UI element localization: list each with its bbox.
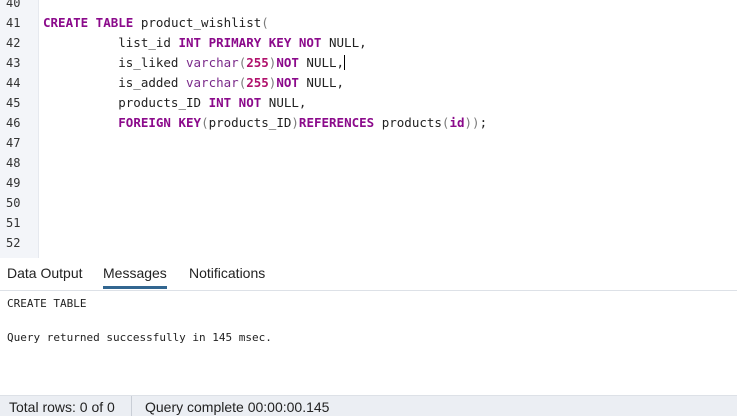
code-line[interactable]: 43 is_liked varchar(255)NOT NULL, <box>0 53 737 73</box>
code-token: NULL, <box>298 55 345 70</box>
code-token: list_id <box>43 35 179 50</box>
code-text: is_added varchar(255)NOT NULL, <box>43 73 344 93</box>
code-token: ) <box>291 115 299 130</box>
code-line[interactable]: 41 CREATE TABLE product_wishlist( <box>0 13 737 33</box>
code-line[interactable]: 45 products_ID INT NOT NULL, <box>0 93 737 113</box>
code-token: )) <box>464 115 480 130</box>
code-text: FOREIGN KEY(products_ID)REFERENCES produ… <box>43 113 487 133</box>
status-divider <box>131 396 132 416</box>
code-token: NOT <box>276 75 299 90</box>
message-query-result: Query returned successfully in 145 msec. <box>7 331 272 344</box>
line-number: 52 <box>6 236 21 250</box>
code-token: ( <box>261 15 269 30</box>
code-text: is_liked varchar(255)NOT NULL, <box>43 53 346 73</box>
code-token: ; <box>479 115 488 130</box>
status-total-rows: Total rows: 0 of 0 <box>9 399 115 415</box>
tab-notifications[interactable]: Notifications <box>189 259 265 288</box>
tab-data-output[interactable]: Data Output <box>7 259 83 288</box>
code-token: REFERENCES <box>298 115 375 130</box>
line-number: 43 <box>6 56 21 70</box>
code-line[interactable]: 50 <box>0 193 737 213</box>
code-line[interactable]: 42 list_id INT PRIMARY KEY NOT NULL, <box>0 33 737 53</box>
line-number: 40 <box>6 0 21 10</box>
code-token: NULL, <box>298 75 345 90</box>
code-token: id <box>449 115 465 130</box>
code-token: NOT <box>276 55 299 70</box>
code-token: product_wishlist <box>133 15 262 30</box>
line-number: 46 <box>6 116 21 130</box>
line-number: 49 <box>6 176 21 190</box>
line-number: 45 <box>6 96 21 110</box>
code-token: varchar <box>186 75 239 90</box>
code-line[interactable]: 52 <box>0 233 737 253</box>
line-number: 42 <box>6 36 21 50</box>
code-token: products_ID <box>43 95 209 110</box>
line-number: 41 <box>6 16 21 30</box>
code-token: products <box>374 115 442 130</box>
sql-editor[interactable]: 40 41 CREATE TABLE product_wishlist(42 lis… <box>0 0 737 258</box>
code-token: is_liked <box>43 55 186 70</box>
code-token: FOREIGN KEY <box>118 115 202 130</box>
code-token: varchar <box>186 55 239 70</box>
code-text: CREATE TABLE product_wishlist( <box>43 13 269 33</box>
code-token: 255 <box>246 75 269 90</box>
code-token: INT PRIMARY KEY NOT <box>178 35 322 50</box>
code-token: products_ID <box>208 115 292 130</box>
code-token: INT NOT <box>208 95 262 110</box>
code-line[interactable]: 40 <box>0 0 737 13</box>
code-line[interactable]: 49 <box>0 173 737 193</box>
line-number: 51 <box>6 216 21 230</box>
code-token: 255 <box>246 55 269 70</box>
tab-messages[interactable]: Messages <box>103 259 167 289</box>
line-number: 48 <box>6 156 21 170</box>
code-token: CREATE TABLE <box>43 15 134 30</box>
code-text: products_ID INT NOT NULL, <box>43 93 306 113</box>
code-token: NULL, <box>261 95 307 110</box>
code-token: ( <box>201 115 209 130</box>
message-create-table: CREATE TABLE <box>7 297 87 310</box>
code-line[interactable]: 51 <box>0 213 737 233</box>
messages-panel: CREATE TABLE Query returned successfully… <box>0 291 737 395</box>
code-line[interactable]: 44 is_added varchar(255)NOT NULL, <box>0 73 737 93</box>
results-tab-bar: Data Output Messages Notifications <box>0 259 737 291</box>
code-token: is_added <box>43 75 186 90</box>
line-number: 47 <box>6 136 21 150</box>
code-line[interactable]: 46 FOREIGN KEY(products_ID)REFERENCES pr… <box>0 113 737 133</box>
line-number: 44 <box>6 76 21 90</box>
status-bar: Total rows: 0 of 0 Query complete 00:00:… <box>0 395 737 416</box>
text-cursor <box>344 55 346 70</box>
code-text: list_id INT PRIMARY KEY NOT NULL, <box>43 33 367 53</box>
status-query-complete: Query complete 00:00:00.145 <box>145 399 330 415</box>
line-number: 50 <box>6 196 21 210</box>
code-line[interactable]: 47 <box>0 133 737 153</box>
code-token: NULL, <box>321 35 367 50</box>
code-line[interactable]: 48 <box>0 153 737 173</box>
